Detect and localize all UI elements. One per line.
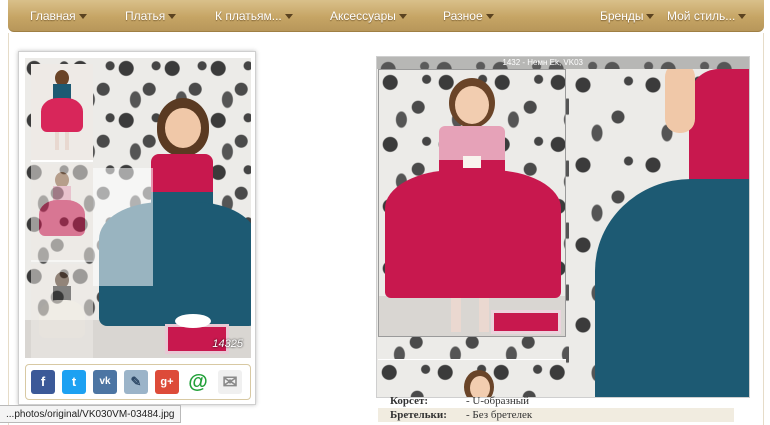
nav-item-dresses[interactable]: Платья — [125, 9, 177, 23]
thumbnail-strip — [31, 64, 93, 358]
main-nav-bar: Главная Платья К платьям... Аксессуары Р… — [8, 0, 764, 32]
product-card: 14325 f t vk ✎ g+ @ ✉ — [18, 51, 256, 405]
gift-box — [491, 310, 561, 334]
share-glyph: ✉ — [222, 372, 238, 392]
thumbnail-2[interactable] — [31, 164, 93, 262]
share-glyph: vk — [99, 376, 111, 387]
page-border-right — [763, 33, 764, 425]
share-bar: f t vk ✎ g+ @ ✉ — [25, 364, 251, 400]
preview-thumbnail[interactable] — [378, 359, 566, 397]
preview-inner-frame — [378, 69, 566, 337]
livejournal-icon[interactable]: ✎ — [124, 370, 148, 394]
spec-key: Корсет: — [390, 395, 429, 407]
thumbnail-1[interactable] — [31, 64, 93, 162]
product-main-photo[interactable]: 14325 — [25, 58, 251, 358]
nav-item-label: Разное — [443, 9, 483, 23]
dress-skirt — [39, 200, 85, 236]
nav-item-home[interactable]: Главная — [30, 9, 87, 23]
chevron-down-icon — [738, 14, 747, 20]
dress-bow — [463, 156, 481, 168]
spec-row-corset: Корсет: - U-образный — [378, 394, 734, 408]
spec-value: - Без бретелек — [466, 409, 533, 421]
nav-item-for-dresses[interactable]: К платьям... — [215, 9, 293, 23]
leg — [479, 298, 489, 332]
dress-skirt — [41, 98, 83, 132]
leg — [65, 132, 69, 150]
share-glyph: ✎ — [130, 374, 142, 389]
chevron-down-icon — [168, 14, 177, 20]
model-arm — [665, 69, 695, 133]
nav-item-accessories[interactable]: Аксессуары — [330, 9, 407, 23]
twitter-icon[interactable]: t — [62, 370, 86, 394]
vk-icon[interactable]: vk — [93, 370, 117, 394]
nav-item-label: Главная — [30, 9, 76, 23]
nav-item-label: Бренды — [600, 9, 644, 23]
dress-bodice — [689, 69, 749, 189]
model-face — [165, 108, 201, 148]
nav-item-label: К платьям... — [215, 9, 282, 23]
dress-skirt — [39, 300, 85, 338]
preview-caption-bar: 1432 - Немн Ek, VK03 — [377, 57, 749, 69]
nav-item-my-style[interactable]: Мой стиль... — [667, 9, 747, 23]
spec-row-straps: Бретельки: - Без бретелек — [378, 408, 734, 422]
photo-code: 14325 — [212, 338, 243, 350]
share-glyph: g+ — [160, 376, 174, 388]
chevron-down-icon — [646, 14, 655, 20]
chevron-down-icon — [78, 14, 87, 20]
share-glyph: @ — [188, 371, 208, 393]
email-envelope-icon[interactable]: ✉ — [218, 370, 242, 394]
spec-key: Бретельки: — [390, 409, 447, 421]
nav-item-label: Аксессуары — [330, 9, 396, 23]
zoom-lens-overlay — [93, 168, 153, 286]
nav-item-label: Платья — [125, 9, 166, 23]
large-preview[interactable]: 1432 - Немн Ek, VK03 — [376, 56, 750, 398]
chevron-down-icon — [284, 14, 293, 20]
mail-at-icon[interactable]: @ — [186, 370, 210, 394]
chevron-down-icon — [398, 14, 407, 20]
flowers — [175, 314, 211, 328]
browser-status-url: ...photos/original/VK030VM-03484.jpg — [0, 405, 182, 423]
nav-item-brands[interactable]: Бренды — [600, 9, 655, 23]
share-glyph: t — [71, 374, 77, 389]
model-face — [455, 86, 489, 124]
product-specs: Корсет: - U-образный Бретельки: - Без бр… — [378, 394, 734, 422]
page-root: Главная Платья К платьям... Аксессуары Р… — [0, 0, 770, 425]
nav-item-misc[interactable]: Разное — [443, 9, 494, 23]
thumbnail-3[interactable] — [31, 264, 93, 358]
share-glyph: f — [40, 374, 46, 389]
google-plus-icon[interactable]: g+ — [155, 370, 179, 394]
leg — [55, 132, 59, 150]
preview-closeup — [569, 69, 749, 397]
nav-item-label: Мой стиль... — [667, 9, 736, 23]
facebook-icon[interactable]: f — [31, 370, 55, 394]
spec-value: - U-образный — [466, 395, 530, 407]
dress-skirt — [385, 170, 561, 298]
chevron-down-icon — [485, 14, 494, 20]
dress-skirt — [595, 179, 749, 397]
leg — [451, 298, 461, 332]
page-border-left — [8, 33, 9, 425]
preview-caption: 1432 - Немн Ek, VK03 — [502, 58, 583, 67]
